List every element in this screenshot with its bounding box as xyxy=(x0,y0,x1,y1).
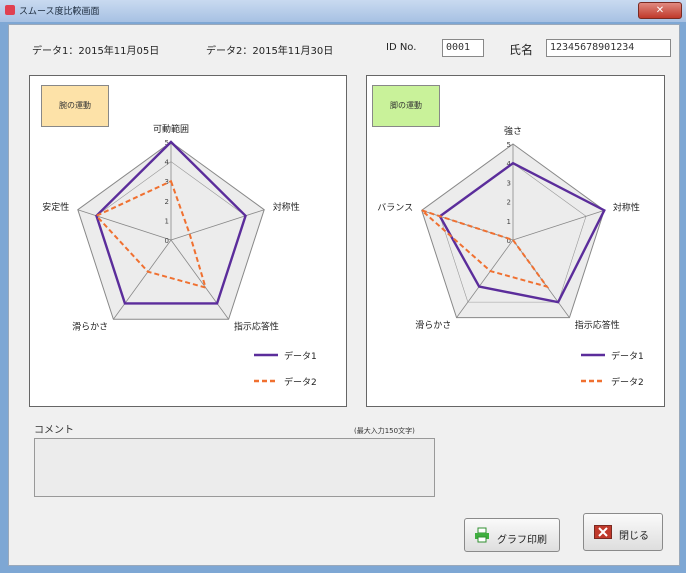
leg-axis-label: 強さ xyxy=(504,125,522,137)
leg-tick-label: 3 xyxy=(507,179,511,187)
arm-axis-label: 可動範囲 xyxy=(153,123,189,135)
arm-legend-label-2: データ2 xyxy=(284,376,317,388)
arm-tick-label: 4 xyxy=(165,159,170,167)
close-label: 閉じる xyxy=(619,531,649,542)
print-graph-label: グラフ印刷 xyxy=(497,535,547,546)
dialog-body: データ1：2015年11月05日 データ2：2015年11月30日 ID No.… xyxy=(8,24,680,566)
arm-tick-label: 3 xyxy=(165,178,169,186)
name-field[interactable]: 12345678901234 xyxy=(546,39,671,57)
arm-axis-label: 指示応答性 xyxy=(234,321,279,333)
arm-legend-label-1: データ1 xyxy=(284,350,317,362)
leg-tick-label: 5 xyxy=(507,141,511,149)
arm-axis-label: 滑らかさ xyxy=(72,322,108,333)
data1-date: データ1：2015年11月05日 xyxy=(32,46,160,57)
arm-tick-label: 2 xyxy=(165,198,169,206)
comment-limit-hint: (最大入力150文字) xyxy=(354,427,415,435)
print-graph-button[interactable]: グラフ印刷 xyxy=(464,518,560,552)
leg-legend-label-1: データ1 xyxy=(611,350,644,362)
leg-tick-label: 1 xyxy=(507,218,511,226)
arm-axis-label: 対称性 xyxy=(273,201,300,213)
app-window: スムース度比較画面 ✕ データ1：2015年11月05日 データ2：2015年1… xyxy=(0,0,686,573)
leg-axis-label: バランス xyxy=(377,203,413,214)
arm-axis-label: 安定性 xyxy=(42,201,69,213)
title-bar: スムース度比較画面 ✕ xyxy=(0,0,686,22)
leg-chart-panel: 脚の運動 0 1 2 3 4 5 強さ 対称性 指示応答性 滑らかさ バランス データ1 データ2 xyxy=(366,75,665,407)
leg-legend-label-2: データ2 xyxy=(611,376,644,388)
printer-icon xyxy=(475,527,489,543)
close-button[interactable]: 閉じる xyxy=(583,513,663,551)
id-field[interactable]: 0001 xyxy=(442,39,484,57)
arm-chart-panel: 腕の運動 0 1 2 3 4 5 可動範囲 対称性 指示応答性 滑らかさ 安定性 データ1 データ2 xyxy=(29,75,347,407)
arm-radar-chart: 012345可動範囲対称性指示応答性滑らかさ安定性データ1データ2 xyxy=(42,123,317,388)
arm-tick-label: 0 xyxy=(165,237,169,245)
leg-radar-chart: 012345強さ対称性指示応答性滑らかさバランスデータ1データ2 xyxy=(377,125,644,388)
window-title: スムース度比較画面 xyxy=(19,7,100,17)
comment-label: コメント xyxy=(34,425,74,436)
app-icon xyxy=(5,5,15,15)
close-window-icon[interactable]: ✕ xyxy=(638,2,682,19)
leg-axis-label: 対称性 xyxy=(613,202,640,214)
id-label: ID No. xyxy=(386,42,417,53)
data2-date: データ2：2015年11月30日 xyxy=(206,46,334,57)
arm-tick-label: 1 xyxy=(165,217,169,225)
leg-tick-label: 2 xyxy=(507,199,511,207)
leg-axis-label: 指示応答性 xyxy=(575,319,620,331)
name-label: 氏名 xyxy=(509,43,534,57)
exit-icon xyxy=(594,525,612,539)
leg-axis-label: 滑らかさ xyxy=(415,320,451,331)
comment-textarea[interactable] xyxy=(34,438,435,497)
